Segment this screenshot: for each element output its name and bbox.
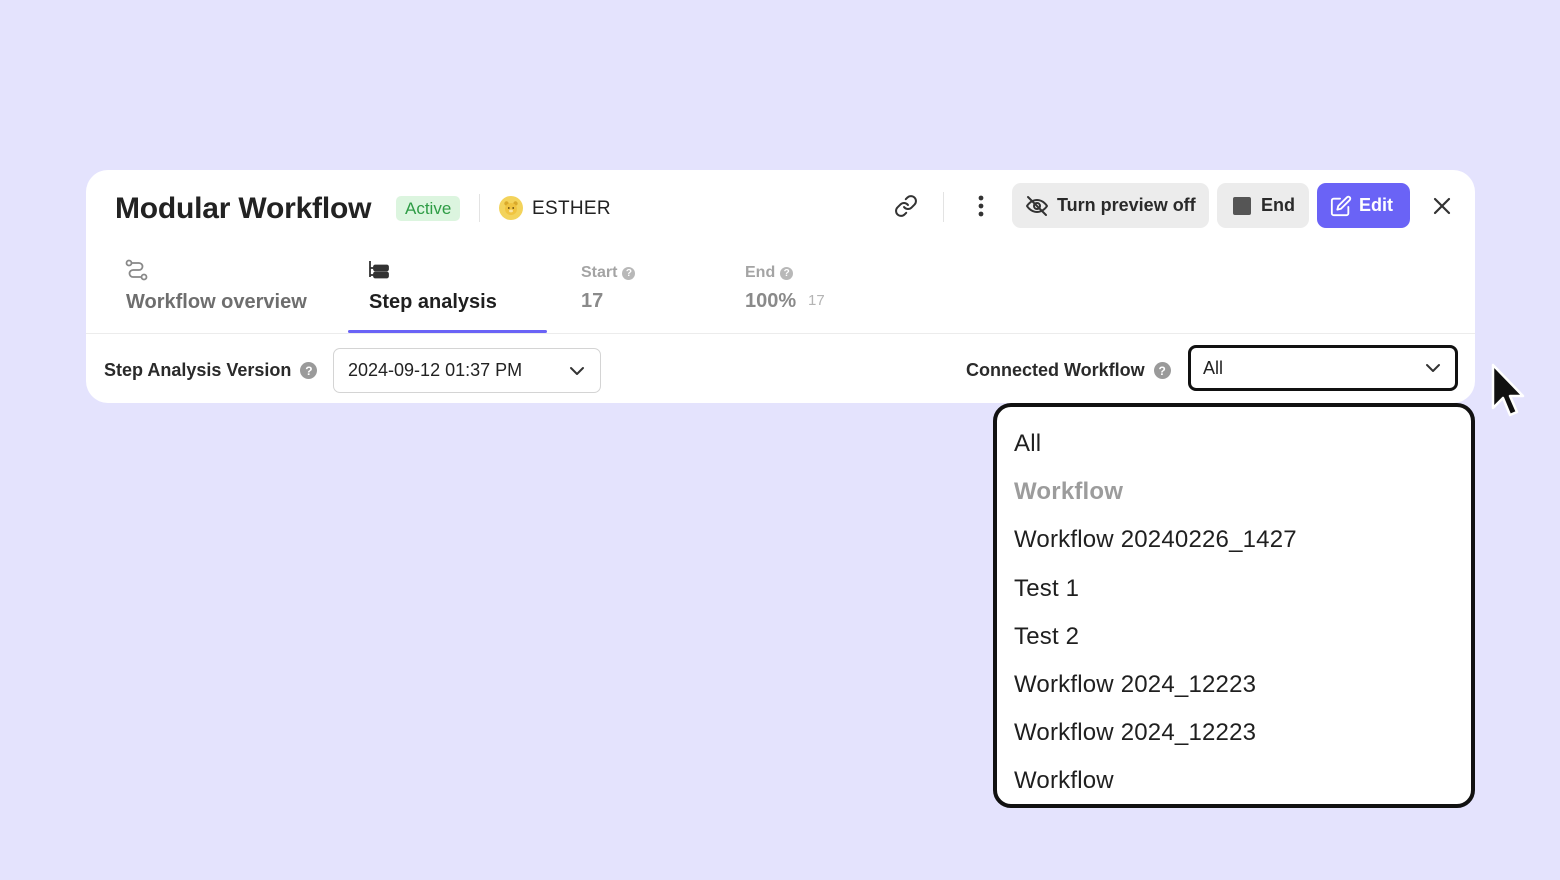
workflow-panel: Modular Workflow Active ESTHER Turn prev… [86, 170, 1475, 403]
stat-start-label: Start ? [581, 264, 636, 282]
mouse-cursor-icon [1490, 362, 1526, 425]
eye-off-icon [1026, 195, 1048, 216]
more-vertical-icon[interactable] [966, 190, 996, 222]
divider [479, 194, 480, 222]
close-icon[interactable] [1426, 190, 1458, 222]
version-filter-label-text: Step Analysis Version [104, 360, 292, 380]
stat-start-value: 17 [581, 290, 604, 312]
stat-start-label-text: Start [581, 264, 618, 281]
version-filter-label: Step Analysis Version ? [104, 360, 318, 381]
user-name: ESTHER [532, 198, 611, 219]
version-select[interactable]: 2024-09-12 01:37 PM [333, 348, 601, 393]
stat-end-sub: 17 [808, 292, 825, 309]
stat-end-value: 100% [745, 290, 797, 312]
stat-end-label-text: End [745, 264, 776, 281]
stat-end-label: End ? [745, 264, 794, 282]
edit-button-label: Edit [1359, 195, 1393, 215]
step-list-icon[interactable] [368, 260, 390, 285]
dropdown-option[interactable]: Workflow 2024_12223 [997, 661, 1471, 709]
dropdown-option[interactable]: All [997, 420, 1471, 468]
connected-select-value: All [1203, 357, 1224, 378]
divider [86, 333, 1475, 334]
version-select-value: 2024-09-12 01:37 PM [348, 360, 523, 380]
help-icon[interactable]: ? [780, 266, 794, 280]
page-title: Modular Workflow [115, 192, 372, 225]
connected-filter-label: Connected Workflow ? [966, 360, 1171, 381]
connected-filter-label-text: Connected Workflow [966, 360, 1145, 380]
connected-workflow-select[interactable]: All [1188, 345, 1458, 391]
dropdown-option[interactable]: Workflow [997, 757, 1471, 805]
dropdown-group-header: Workflow [1014, 478, 1124, 506]
workflow-path-icon[interactable] [125, 259, 149, 286]
preview-button-label: Turn preview off [1057, 195, 1196, 215]
help-icon[interactable]: ? [622, 266, 636, 280]
dropdown-option[interactable]: Workflow 20240226_1427 [997, 516, 1471, 564]
bear-avatar-icon [499, 196, 523, 220]
tab-step-analysis[interactable]: Step analysis [369, 291, 497, 314]
dropdown-option[interactable]: Workflow 2024_12223 [997, 709, 1471, 757]
turn-preview-off-button[interactable]: Turn preview off [1012, 183, 1209, 228]
help-icon[interactable]: ? [1153, 362, 1171, 379]
end-button[interactable]: End [1217, 183, 1309, 228]
edit-button[interactable]: Edit [1317, 183, 1410, 228]
divider [943, 192, 944, 222]
dropdown-option[interactable]: Test 2 [997, 613, 1471, 661]
chevron-down-icon [570, 366, 584, 375]
status-badge: Active [396, 196, 461, 221]
chevron-down-icon [1426, 364, 1440, 372]
tab-workflow-overview[interactable]: Workflow overview [126, 291, 307, 314]
link-icon[interactable] [890, 190, 922, 222]
end-button-label: End [1261, 195, 1295, 215]
help-icon[interactable]: ? [300, 362, 318, 379]
edit-pencil-icon [1330, 195, 1352, 216]
stop-square-icon [1233, 196, 1251, 215]
dropdown-option[interactable]: Test 1 [997, 565, 1471, 613]
connected-workflow-dropdown: All Workflow Workflow 20240226_1427 Test… [993, 403, 1475, 808]
